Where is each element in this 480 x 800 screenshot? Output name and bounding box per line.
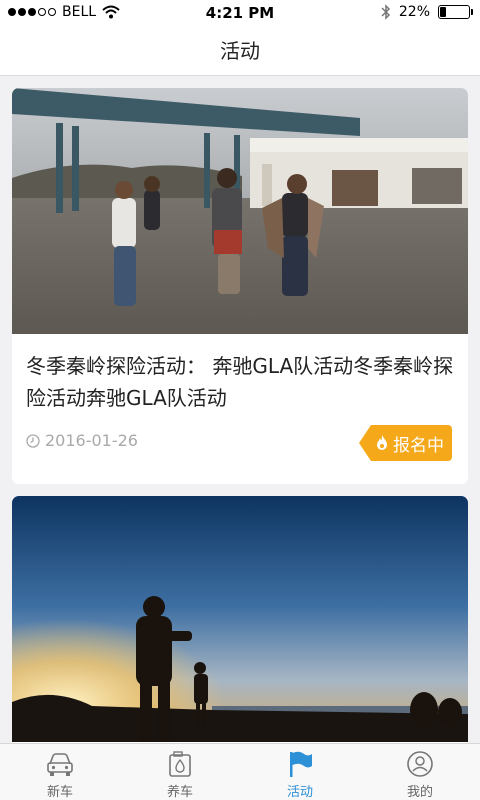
bluetooth-icon <box>381 4 390 20</box>
status-bar: BELL 4:21 PM 22% <box>0 0 480 26</box>
clock-icon <box>26 433 40 448</box>
tab-bar: 新车 养车 活动 我的 <box>0 743 480 800</box>
activity-photo <box>12 496 468 742</box>
activity-list[interactable]: 冬季秦岭探险活动： 奔驰GLA队活动冬季秦岭探险活动奔驰GLA队活动 2016-… <box>0 77 480 743</box>
tab-profile-label: 我的 <box>406 785 433 800</box>
oil-can-icon <box>169 751 191 777</box>
navigation-bar: 活动 <box>0 26 480 76</box>
activity-date-text: 2016-01-26 <box>45 431 138 450</box>
tab-profile[interactable]: 我的 <box>360 744 480 800</box>
tab-car-care-label: 养车 <box>166 785 193 800</box>
fire-icon <box>377 435 387 450</box>
battery-icon <box>438 5 473 19</box>
activity-title: 冬季秦岭探险活动： 奔驰GLA队活动冬季秦岭探险活动奔驰GLA队活动 <box>26 354 454 410</box>
activity-date: 2016-01-26 <box>26 431 138 450</box>
tab-activities-label: 活动 <box>286 785 313 800</box>
signup-status-badge[interactable]: 报名中 <box>359 425 452 461</box>
status-right: 22% <box>381 4 473 20</box>
activity-card[interactable] <box>12 496 468 743</box>
profile-icon <box>407 751 433 777</box>
car-icon <box>47 753 73 776</box>
battery-percent: 22% <box>398 4 430 20</box>
flag-icon <box>290 751 312 777</box>
page-title: 活动 <box>220 39 260 63</box>
activity-card[interactable]: 冬季秦岭探险活动： 奔驰GLA队活动冬季秦岭探险活动奔驰GLA队活动 2016-… <box>12 88 468 484</box>
tab-new-car-label: 新车 <box>46 785 73 800</box>
tab-car-care[interactable]: 养车 <box>120 744 240 800</box>
signup-status-text: 报名中 <box>393 435 444 456</box>
tab-new-car[interactable]: 新车 <box>0 744 120 800</box>
tab-activities[interactable]: 活动 <box>240 744 360 800</box>
activity-photo <box>12 88 468 334</box>
